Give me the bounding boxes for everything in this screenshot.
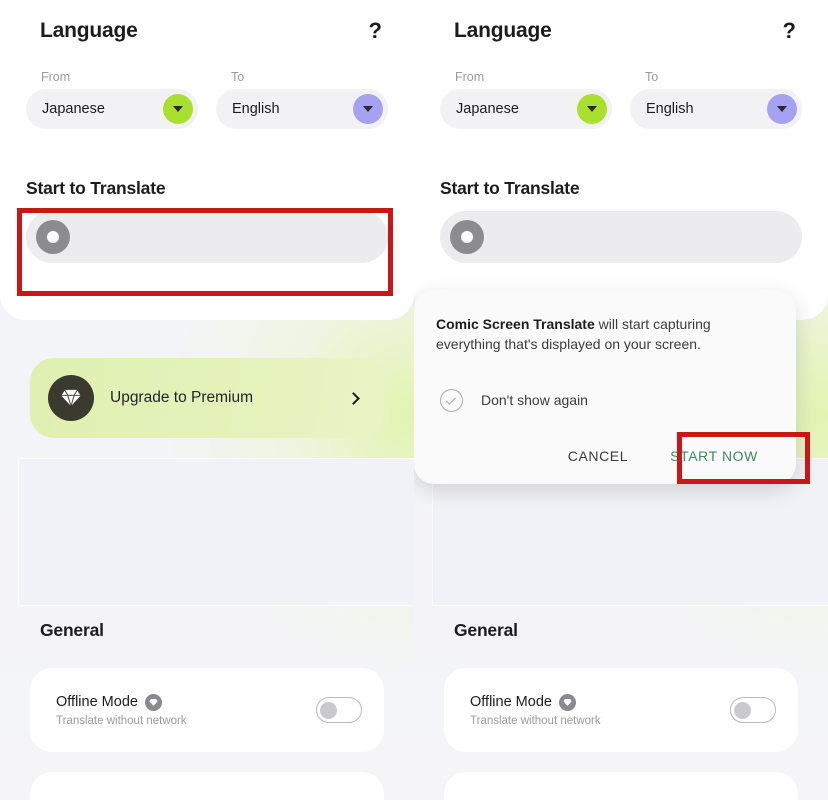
next-setting-row[interactable] bbox=[30, 772, 384, 800]
offline-mode-toggle[interactable] bbox=[316, 697, 362, 723]
premium-banner-wrap: Upgrade to Premium bbox=[0, 358, 414, 438]
premium-diamond-icon bbox=[558, 693, 576, 711]
to-language-dropdown[interactable]: English bbox=[630, 89, 802, 129]
start-translate-slider[interactable] bbox=[26, 211, 388, 263]
check-circle-icon bbox=[440, 388, 463, 412]
start-translate-title: Start to Translate bbox=[440, 178, 580, 198]
language-from-group: From Japanese bbox=[440, 70, 612, 129]
language-selector-row: From Japanese To English bbox=[0, 70, 414, 129]
chevron-down-icon bbox=[767, 94, 797, 124]
start-translate-section: Start to Translate bbox=[414, 178, 828, 263]
to-label: To bbox=[645, 70, 659, 84]
from-label: From bbox=[41, 70, 71, 84]
from-language-value: Japanese bbox=[42, 101, 105, 117]
start-translate-title: Start to Translate bbox=[26, 178, 166, 198]
dont-show-again-label: Don't show again bbox=[481, 392, 588, 409]
upgrade-to-premium-button[interactable]: Upgrade to Premium bbox=[30, 358, 384, 438]
screen-left: Language ? From Japanese To English Star… bbox=[0, 0, 414, 800]
help-icon[interactable]: ? bbox=[777, 18, 802, 44]
screenshot-comparison: Language ? From Japanese To English Star… bbox=[0, 0, 828, 800]
diamond-icon bbox=[48, 375, 94, 421]
next-setting-row[interactable] bbox=[444, 772, 798, 800]
offline-mode-subtitle: Translate without network bbox=[56, 714, 187, 727]
from-label: From bbox=[455, 70, 485, 84]
chevron-down-icon bbox=[163, 94, 193, 124]
to-language-value: English bbox=[232, 101, 280, 117]
dialog-actions: CANCEL START NOW bbox=[436, 438, 774, 474]
language-to-group: To English bbox=[630, 70, 802, 129]
offline-mode-subtitle: Translate without network bbox=[470, 714, 601, 727]
dialog-app-name: Comic Screen Translate bbox=[436, 316, 595, 332]
toggle-thumb bbox=[734, 701, 751, 719]
screen-right: Language ? From Japanese To English Star… bbox=[414, 0, 828, 800]
to-label: To bbox=[231, 70, 245, 84]
chevron-down-icon bbox=[353, 94, 383, 124]
help-icon[interactable]: ? bbox=[363, 18, 388, 44]
app-header: Language ? bbox=[0, 0, 414, 62]
chevron-down-icon bbox=[577, 94, 607, 124]
from-language-dropdown[interactable]: Japanese bbox=[26, 89, 198, 129]
offline-mode-label: Offline Mode bbox=[470, 694, 552, 710]
slider-knob-icon[interactable] bbox=[450, 220, 484, 254]
premium-diamond-icon bbox=[144, 693, 162, 711]
offline-mode-label: Offline Mode bbox=[56, 694, 138, 710]
ad-placeholder bbox=[18, 458, 414, 606]
language-to-group: To English bbox=[216, 70, 388, 129]
app-header: Language ? bbox=[414, 0, 828, 62]
chevron-right-icon bbox=[347, 391, 360, 405]
general-section-title: General bbox=[454, 620, 518, 640]
offline-mode-texts: Offline Mode Translate without network bbox=[56, 693, 316, 727]
slider-knob-icon[interactable] bbox=[36, 220, 70, 254]
offline-mode-row[interactable]: Offline Mode Translate without network bbox=[444, 668, 798, 752]
toggle-thumb bbox=[320, 701, 337, 719]
from-language-value: Japanese bbox=[456, 101, 519, 117]
to-language-value: English bbox=[646, 101, 694, 117]
dont-show-again-checkbox[interactable]: Don't show again bbox=[436, 388, 774, 412]
offline-mode-toggle[interactable] bbox=[730, 697, 776, 723]
from-language-dropdown[interactable]: Japanese bbox=[440, 89, 612, 129]
language-from-group: From Japanese bbox=[26, 70, 198, 129]
page-title: Language bbox=[40, 19, 138, 42]
to-language-dropdown[interactable]: English bbox=[216, 89, 388, 129]
screen-capture-dialog: Comic Screen Translate will start captur… bbox=[414, 290, 810, 484]
cancel-button[interactable]: CANCEL bbox=[552, 438, 644, 474]
premium-label: Upgrade to Premium bbox=[110, 389, 254, 406]
start-translate-section: Start to Translate bbox=[0, 178, 414, 263]
start-now-button[interactable]: START NOW bbox=[654, 438, 774, 474]
language-selector-row: From Japanese To English bbox=[414, 70, 828, 129]
general-section-title: General bbox=[40, 620, 104, 640]
offline-mode-texts: Offline Mode Translate without network bbox=[470, 693, 730, 727]
page-title: Language bbox=[454, 19, 552, 42]
start-translate-slider[interactable] bbox=[440, 211, 802, 263]
offline-mode-row[interactable]: Offline Mode Translate without network bbox=[30, 668, 384, 752]
dialog-message: Comic Screen Translate will start captur… bbox=[436, 314, 774, 355]
